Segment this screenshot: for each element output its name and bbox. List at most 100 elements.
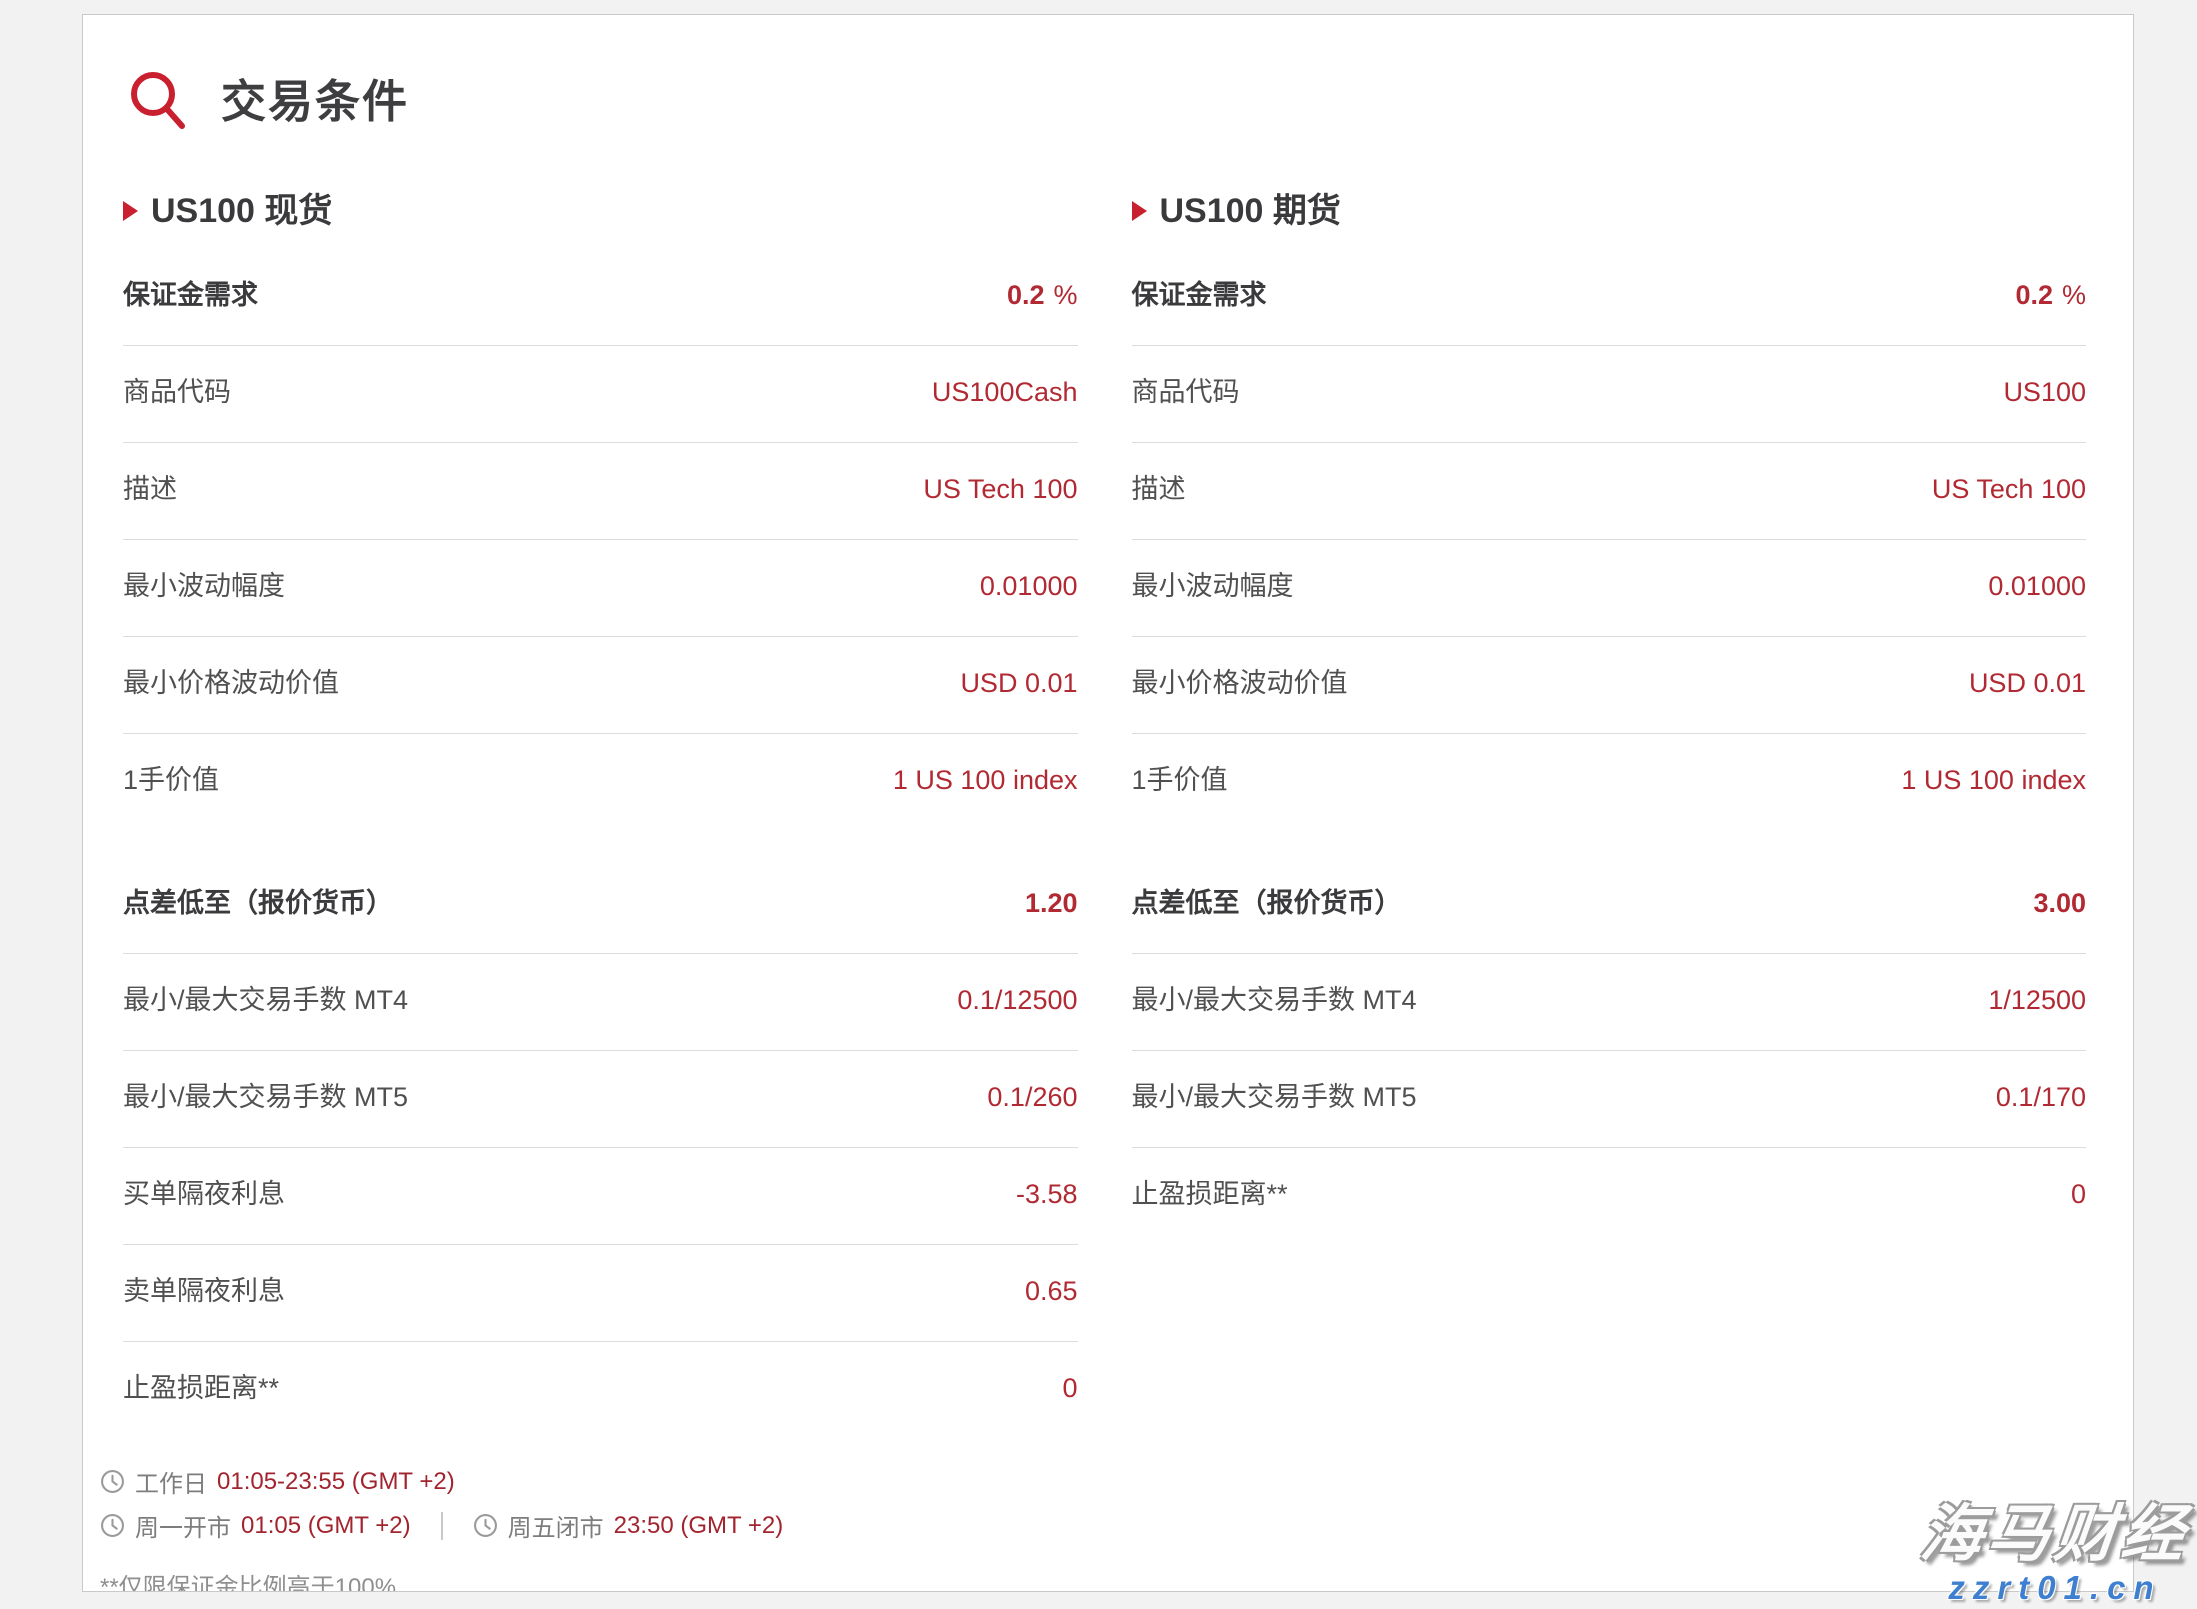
- footnote-margin-note: **仅限保证金比例高于100%: [100, 1567, 1078, 1592]
- row-value: 0: [1062, 1372, 1077, 1404]
- row-label: 商品代码: [123, 376, 231, 408]
- row-label: 最小波动幅度: [123, 570, 285, 602]
- table-row: 最小/最大交易手数 MT4 0.1/12500: [123, 954, 1078, 1051]
- clock-icon: [473, 1513, 508, 1538]
- footnote-open-close: 周一开市 01:05 (GMT +2) 周五闭市 23:50 (GMT +2): [100, 1508, 1078, 1543]
- row-label: 描述: [123, 473, 177, 505]
- search-icon: [127, 69, 191, 133]
- row-label: 止盈损距离**: [1132, 1178, 1288, 1210]
- row-value: -3.58: [1016, 1178, 1078, 1210]
- table-row: 商品代码 US100Cash: [123, 346, 1078, 443]
- column-us100-spot: US100 现货 保证金需求 0.2% 商品代码 US100Cash 描述 US…: [123, 187, 1078, 1592]
- table-row: 1手价值 1 US 100 index: [123, 734, 1078, 830]
- page-header: 交易条件: [127, 69, 2086, 133]
- row-value: 0.2%: [1007, 279, 1078, 311]
- caret-right-icon: [1132, 201, 1147, 221]
- row-value: US100Cash: [932, 376, 1078, 408]
- trading-conditions-card: 交易条件 US100 现货 保证金需求 0.2% 商品代码 US100Cash: [82, 14, 2134, 1592]
- row-label: 卖单隔夜利息: [123, 1275, 285, 1307]
- table-row: 1手价值 1 US 100 index: [1132, 734, 2087, 830]
- row-label: 1手价值: [1132, 764, 1228, 796]
- clock-icon: [100, 1513, 135, 1538]
- row-value: 0.01000: [980, 570, 1078, 602]
- spot-group-2: 点差低至（报价货币） 1.20 最小/最大交易手数 MT4 0.1/12500 …: [123, 857, 1078, 1438]
- watermark-site: zzrt01.cn: [1921, 1569, 2189, 1607]
- row-label: 最小价格波动价值: [1132, 667, 1348, 699]
- row-label: 最小波动幅度: [1132, 570, 1294, 602]
- section-header-spot: US100 现货: [123, 187, 1078, 235]
- row-label: 买单隔夜利息: [123, 1178, 285, 1210]
- row-label: 最小/最大交易手数 MT5: [123, 1081, 408, 1113]
- row-label: 最小价格波动价值: [123, 667, 339, 699]
- row-value: US Tech 100: [923, 473, 1077, 505]
- row-value: 1 US 100 index: [893, 764, 1078, 796]
- row-label: 描述: [1132, 473, 1186, 505]
- row-value: USD 0.01: [1969, 667, 2086, 699]
- footnote-label: 周一开市: [135, 1508, 231, 1543]
- section-header-futures: US100 期货: [1132, 187, 2087, 235]
- footnote-time: 01:05-23:55 (GMT +2): [217, 1468, 455, 1496]
- table-row: 保证金需求 0.2%: [1132, 249, 2087, 346]
- row-value: 0.1/260: [987, 1081, 1077, 1113]
- table-row: 商品代码 US100: [1132, 346, 2087, 443]
- row-label: 商品代码: [1132, 376, 1240, 408]
- row-label: 保证金需求: [1132, 279, 1267, 311]
- footnotes: 工作日 01:05-23:55 (GMT +2) 周一开市 01:05 (GMT…: [100, 1464, 1078, 1592]
- row-value: 0.01000: [1988, 570, 2086, 602]
- conditions-columns: US100 现货 保证金需求 0.2% 商品代码 US100Cash 描述 US…: [123, 187, 2086, 1592]
- footnote-trading-hours: 工作日 01:05-23:55 (GMT +2): [100, 1464, 1078, 1499]
- row-label: 保证金需求: [123, 279, 258, 311]
- row-label: 止盈损距离**: [123, 1372, 279, 1404]
- table-row: 最小波动幅度 0.01000: [1132, 540, 2087, 637]
- table-row: 点差低至（报价货币） 1.20: [123, 857, 1078, 954]
- row-value: 0.1/170: [1996, 1081, 2086, 1113]
- table-row: 最小价格波动价值 USD 0.01: [1132, 637, 2087, 734]
- clock-icon: [100, 1469, 135, 1494]
- section-title: US100 现货: [151, 187, 332, 235]
- row-value: 0.1/12500: [957, 984, 1077, 1016]
- futures-group-2: 点差低至（报价货币） 3.00 最小/最大交易手数 MT4 1/12500 最小…: [1132, 857, 2087, 1244]
- table-row: 卖单隔夜利息 0.65: [123, 1245, 1078, 1342]
- row-value: 0.65: [1025, 1275, 1078, 1307]
- row-unit: %: [2062, 280, 2086, 310]
- page: 交易条件 US100 现货 保证金需求 0.2% 商品代码 US100Cash: [0, 0, 2197, 1609]
- row-label: 最小/最大交易手数 MT4: [123, 984, 408, 1016]
- footnote-divider: [441, 1512, 443, 1540]
- watermark: 海马财经 zzrt01.cn: [1921, 1501, 2189, 1607]
- row-value: 1 US 100 index: [1901, 764, 2086, 796]
- footnote-time: 23:50 (GMT +2): [614, 1512, 784, 1540]
- row-value: 3.00: [2033, 887, 2086, 919]
- row-label: 最小/最大交易手数 MT4: [1132, 984, 1417, 1016]
- table-row: 最小/最大交易手数 MT5 0.1/260: [123, 1051, 1078, 1148]
- table-row: 最小/最大交易手数 MT4 1/12500: [1132, 954, 2087, 1051]
- table-row: 最小/最大交易手数 MT5 0.1/170: [1132, 1051, 2087, 1148]
- footnote-label: 周五闭市: [508, 1508, 604, 1543]
- table-row: 点差低至（报价货币） 3.00: [1132, 857, 2087, 954]
- row-value: 0.2%: [2015, 279, 2086, 311]
- footnote-label: 工作日: [135, 1464, 207, 1499]
- watermark-brand: 海马财经: [1918, 1501, 2193, 1566]
- table-row: 止盈损距离** 0: [123, 1342, 1078, 1438]
- section-title: US100 期货: [1160, 187, 1341, 235]
- row-value: 1/12500: [1988, 984, 2086, 1016]
- row-value: 0: [2071, 1178, 2086, 1210]
- row-value: US Tech 100: [1932, 473, 2086, 505]
- row-label: 1手价值: [123, 764, 219, 796]
- spot-group-1: 保证金需求 0.2% 商品代码 US100Cash 描述 US Tech 100…: [123, 249, 1078, 830]
- table-row: 描述 US Tech 100: [1132, 443, 2087, 540]
- row-label: 点差低至（报价货币）: [123, 887, 393, 919]
- table-row: 止盈损距离** 0: [1132, 1148, 2087, 1244]
- table-row: 最小波动幅度 0.01000: [123, 540, 1078, 637]
- row-label: 最小/最大交易手数 MT5: [1132, 1081, 1417, 1113]
- caret-right-icon: [123, 201, 138, 221]
- row-unit: %: [1053, 280, 1077, 310]
- column-us100-futures: US100 期货 保证金需求 0.2% 商品代码 US100 描述 US Tec…: [1132, 187, 2087, 1592]
- table-row: 买单隔夜利息 -3.58: [123, 1148, 1078, 1245]
- row-value: USD 0.01: [960, 667, 1077, 699]
- row-label: 点差低至（报价货币）: [1132, 887, 1402, 919]
- row-value: 1.20: [1025, 887, 1078, 919]
- table-row: 最小价格波动价值 USD 0.01: [123, 637, 1078, 734]
- table-row: 描述 US Tech 100: [123, 443, 1078, 540]
- table-row: 保证金需求 0.2%: [123, 249, 1078, 346]
- futures-group-1: 保证金需求 0.2% 商品代码 US100 描述 US Tech 100 最小波…: [1132, 249, 2087, 830]
